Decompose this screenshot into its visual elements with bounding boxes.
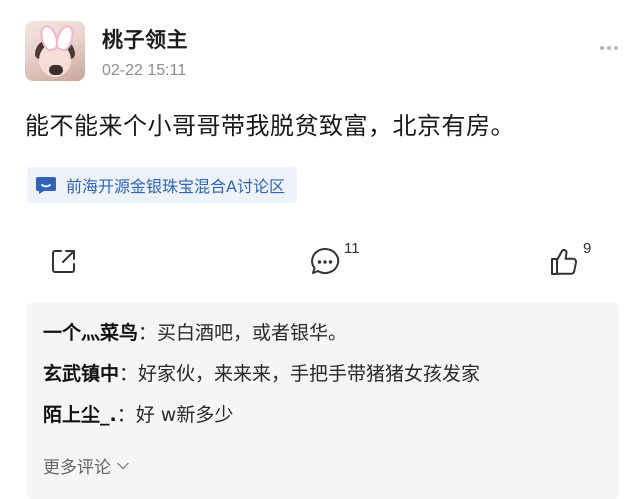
comments-preview: 一个灬菜鸟：买白酒吧，或者银华。 玄武镇中：好家伙，来来来，手把手带猪猪女孩发家… (27, 303, 619, 499)
user-avatar[interactable] (25, 21, 85, 81)
more-comments-label: 更多评论 (43, 458, 111, 478)
comment-author[interactable]: 陌上尘_. (43, 404, 117, 426)
comment-button[interactable]: 11 (309, 240, 360, 280)
post-text: 能不能来个小哥哥带我脱贫致富，北京有房。 (25, 112, 515, 140)
username[interactable]: 桃子领主 (102, 24, 188, 54)
topic-chat-icon (36, 177, 56, 194)
like-button[interactable]: 9 (548, 240, 591, 280)
comment-separator: ： (119, 363, 139, 385)
comment-text: 买白酒吧，或者银华。 (157, 322, 348, 344)
share-button[interactable] (49, 246, 79, 280)
like-count: 9 (583, 240, 592, 257)
comment-item[interactable]: 陌上尘_.：好 w新多少 (43, 400, 233, 427)
thumbs-up-icon (551, 248, 577, 275)
more-comments-link[interactable]: 更多评论 (43, 453, 129, 478)
comment-item[interactable]: 一个灬菜鸟：买白酒吧，或者银华。 (43, 318, 347, 345)
more-dots-icon[interactable] (600, 46, 618, 50)
comment-text: 好家伙，来来来，手把手带猪猪女孩发家 (138, 363, 481, 385)
post-card: 桃子领主 02-22 15:11 能不能来个小哥哥带我脱贫致富，北京有房。 前海… (0, 0, 640, 499)
chevron-down-icon (117, 462, 129, 469)
comment-author[interactable]: 一个灬菜鸟 (43, 322, 138, 344)
comment-text: 好 w新多少 (135, 404, 234, 426)
topic-tag[interactable]: 前海开源金银珠宝混合A讨论区 (27, 167, 297, 203)
comment-count: 11 (344, 240, 360, 257)
share-icon (52, 250, 75, 273)
post-timestamp: 02-22 15:11 (102, 62, 187, 79)
topic-label: 前海开源金银珠宝混合A讨论区 (66, 177, 285, 196)
comment-separator: ： (138, 322, 158, 344)
comment-separator: ： (116, 404, 136, 426)
avatar-hand (49, 65, 63, 75)
comment-author[interactable]: 玄武镇中 (43, 363, 119, 385)
action-bar: 11 9 (0, 236, 640, 288)
comment-icon (311, 247, 340, 274)
comment-item[interactable]: 玄武镇中：好家伙，来来来，手把手带猪猪女孩发家 (43, 359, 480, 386)
